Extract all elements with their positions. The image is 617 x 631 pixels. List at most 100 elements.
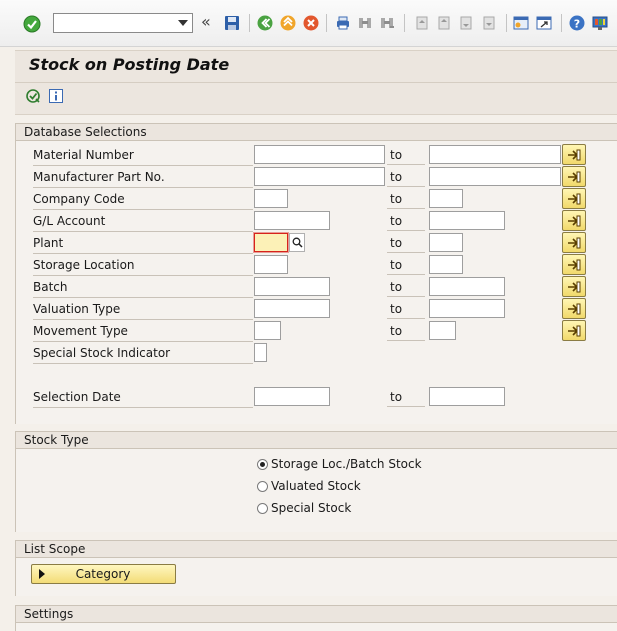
divider <box>15 82 617 83</box>
find-next-icon[interactable] <box>378 14 396 32</box>
multiple-selection-button[interactable] <box>562 320 586 341</box>
multiple-selection-button[interactable] <box>562 210 586 231</box>
material-number-to-input[interactable] <box>429 145 561 164</box>
title-area: Stock on Posting Date <box>15 50 617 115</box>
special-stock-indicator-row: Special Stock Indicator <box>33 343 593 364</box>
manufacturer-part-to-input[interactable] <box>429 167 561 186</box>
collapse-icon[interactable]: « <box>201 13 211 31</box>
command-input[interactable] <box>56 15 172 31</box>
field-label: Plant <box>33 235 253 254</box>
plant-row: Plant to <box>33 232 593 254</box>
separator <box>404 14 405 32</box>
to-label: to <box>387 169 425 187</box>
settings-group: Settings <box>15 605 617 631</box>
plant-from-input[interactable] <box>254 233 288 252</box>
previous-page-icon[interactable] <box>435 14 453 32</box>
group-header: Database Selections <box>16 124 617 141</box>
next-page-icon[interactable] <box>457 14 475 32</box>
manufacturer-part-from-input[interactable] <box>254 167 385 186</box>
help-icon[interactable]: ? <box>568 14 586 32</box>
create-session-icon[interactable] <box>512 14 530 32</box>
field-label: Special Stock Indicator <box>33 345 253 364</box>
shortcut-icon[interactable] <box>535 14 553 32</box>
plant-to-input[interactable] <box>429 233 463 252</box>
company-code-to-input[interactable] <box>429 189 463 208</box>
last-page-icon[interactable] <box>480 14 498 32</box>
info-icon[interactable] <box>48 88 64 104</box>
separator <box>506 14 507 32</box>
batch-row: Batch to <box>33 276 593 298</box>
special-stock-option[interactable]: Special Stock <box>257 499 351 517</box>
to-label: to <box>387 235 425 253</box>
storage-location-from-input[interactable] <box>254 255 288 274</box>
exit-icon[interactable] <box>279 14 297 32</box>
field-label: Movement Type <box>33 323 253 342</box>
multiple-selection-button[interactable] <box>562 276 586 297</box>
storage-location-to-input[interactable] <box>429 255 463 274</box>
chevron-down-icon[interactable] <box>174 14 192 32</box>
selection-date-row: Selection Date to <box>33 387 593 408</box>
movement-type-from-input[interactable] <box>254 321 281 340</box>
back-icon[interactable] <box>256 14 274 32</box>
search-help-button[interactable] <box>289 233 305 252</box>
radio-button[interactable] <box>257 458 268 470</box>
batch-from-input[interactable] <box>254 277 330 296</box>
find-icon[interactable] <box>356 14 374 32</box>
group-header: List Scope <box>16 541 617 558</box>
to-label: to <box>387 147 425 165</box>
to-label: to <box>387 389 425 407</box>
save-icon[interactable] <box>223 14 241 32</box>
valuation-type-to-input[interactable] <box>429 299 505 318</box>
selection-date-from-input[interactable] <box>254 387 330 406</box>
company-code-from-input[interactable] <box>254 189 288 208</box>
field-label: Selection Date <box>33 389 253 408</box>
gl-account-row: G/L Account to <box>33 210 593 232</box>
valuated-stock-option[interactable]: Valuated Stock <box>257 477 361 495</box>
multiple-selection-button[interactable] <box>562 144 586 165</box>
stock-type-group: Stock Type Storage Loc./Batch Stock Valu… <box>15 431 617 532</box>
group-header: Settings <box>16 606 617 623</box>
multiple-selection-button[interactable] <box>562 254 586 275</box>
first-page-icon[interactable] <box>413 14 431 32</box>
special-stock-indicator-input[interactable] <box>254 343 267 362</box>
database-selections-group: Database Selections Material Number to M… <box>15 123 617 424</box>
multiple-selection-button[interactable] <box>562 166 586 187</box>
execute-icon[interactable] <box>25 88 41 104</box>
storage-location-row: Storage Location to <box>33 254 593 276</box>
material-number-row: Material Number to <box>33 144 593 166</box>
command-field[interactable] <box>53 13 193 33</box>
separator <box>561 14 562 32</box>
storage-loc-batch-stock-option[interactable]: Storage Loc./Batch Stock <box>257 455 422 473</box>
field-label: Company Code <box>33 191 253 210</box>
multiple-selection-button[interactable] <box>562 188 586 209</box>
print-icon[interactable] <box>334 14 352 32</box>
to-label: to <box>387 257 425 275</box>
multiple-selection-button[interactable] <box>562 232 586 253</box>
radio-button[interactable] <box>257 480 268 492</box>
separator <box>326 14 327 32</box>
field-label: Batch <box>33 279 253 298</box>
to-label: to <box>387 213 425 231</box>
field-label: Valuation Type <box>33 301 253 320</box>
manufacturer-part-row: Manufacturer Part No. to <box>33 166 593 188</box>
svg-text:?: ? <box>574 18 580 31</box>
selection-date-to-input[interactable] <box>429 387 505 406</box>
gl-account-to-input[interactable] <box>429 211 505 230</box>
cancel-icon[interactable] <box>302 14 320 32</box>
material-number-from-input[interactable] <box>254 145 385 164</box>
list-scope-group: List Scope Category <box>15 540 617 596</box>
movement-type-row: Movement Type to <box>33 320 593 342</box>
to-label: to <box>387 279 425 297</box>
enter-icon[interactable] <box>22 14 42 34</box>
gl-account-from-input[interactable] <box>254 211 330 230</box>
multiple-selection-button[interactable] <box>562 298 586 319</box>
customize-layout-icon[interactable] <box>591 14 609 32</box>
field-label: Material Number <box>33 147 253 166</box>
radio-button[interactable] <box>257 502 268 514</box>
valuation-type-from-input[interactable] <box>254 299 330 318</box>
radio-label: Valuated Stock <box>271 479 361 493</box>
radio-label: Storage Loc./Batch Stock <box>271 457 422 471</box>
movement-type-to-input[interactable] <box>429 321 456 340</box>
category-button[interactable]: Category <box>31 564 176 584</box>
batch-to-input[interactable] <box>429 277 505 296</box>
